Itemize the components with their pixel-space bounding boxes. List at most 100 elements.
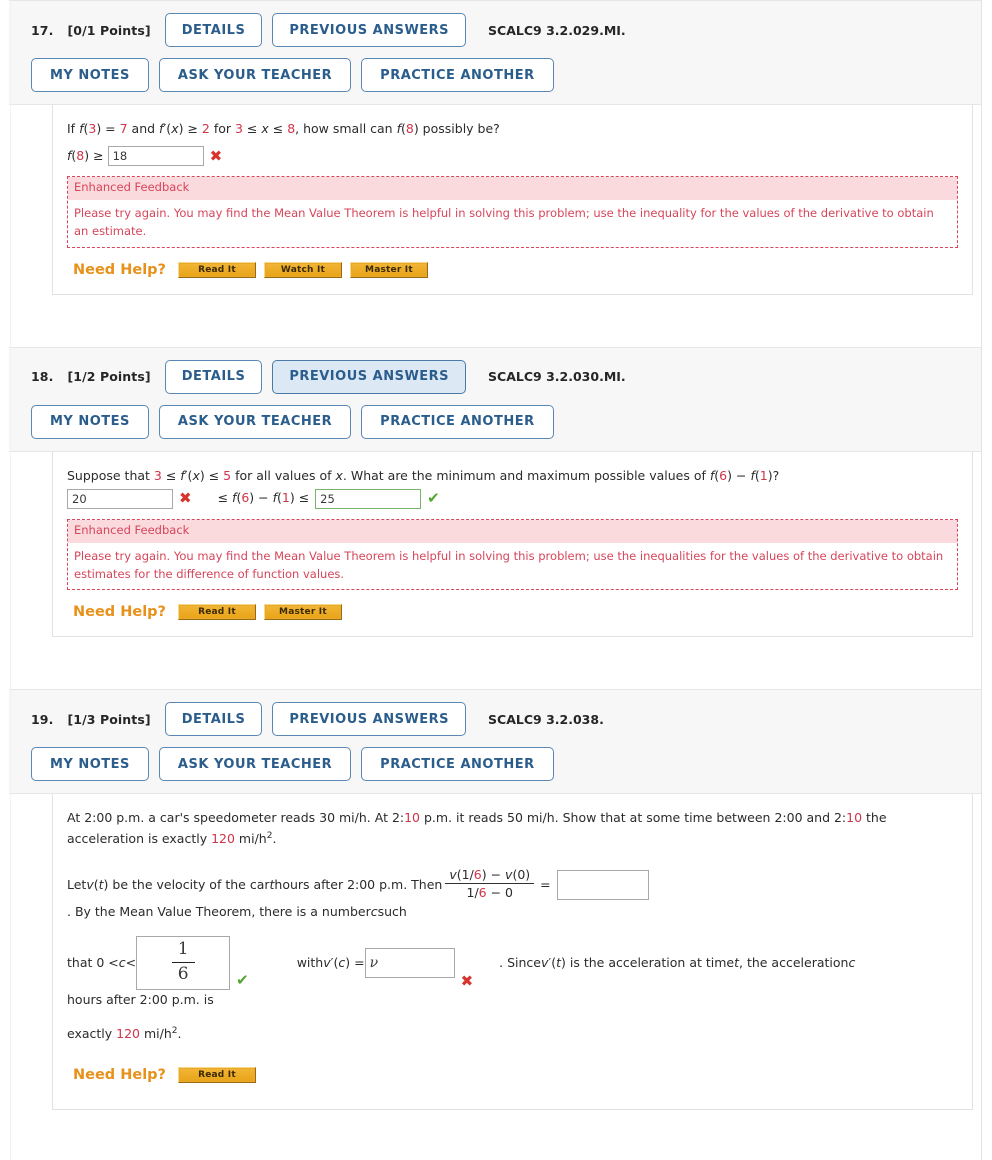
master-it-button[interactable]: Master It [263, 604, 342, 621]
answer-input-difference-quotient[interactable] [556, 869, 649, 900]
value-6: 6 [719, 467, 728, 483]
value-120: 120 [211, 831, 235, 847]
accel-text-2: , the acceleration [739, 955, 849, 970]
question-17-header-row-1: 17. [0/1 Points] DETAILS PREVIOUS ANSWER… [31, 13, 982, 47]
incorrect-x-icon: ✖ [460, 972, 474, 990]
correct-check-icon: ✔ [427, 489, 440, 508]
equals-sign: = [540, 876, 551, 892]
value-10: 10 [404, 810, 421, 826]
hours-after-text: hours after 2:00 p.m. is [67, 992, 214, 1007]
end-text: )? [767, 467, 780, 483]
need-help-label: Need Help? [73, 1066, 166, 1083]
answer-input-v-prime-c[interactable] [364, 948, 455, 978]
incorrect-x-icon: ✖ [209, 146, 223, 165]
open-one-sixth: (1/ [456, 866, 474, 882]
v-symbol: v [449, 866, 457, 882]
answer-input-maximum[interactable] [315, 488, 422, 509]
question-17-body: If f(3) = 7 and f′(x) ≥ 2 for 3 ≤ x ≤ 8,… [52, 105, 973, 295]
ask-your-teacher-button[interactable]: ASK YOUR TEACHER [158, 404, 352, 439]
value-7: 7 [119, 121, 128, 136]
leq2: ) ≤ [199, 467, 224, 483]
value-10b: 10 [846, 810, 863, 826]
details-button[interactable]: DETAILS [164, 359, 263, 394]
difference-quotient-fraction: v(1/6) − v(0) 1/6 − 0 [445, 866, 535, 901]
question-19-line-3: that 0 < c < 1 6 ✔ with v′(c) = ✖ . Sinc… [67, 936, 958, 1010]
previous-answers-button[interactable]: PREVIOUS ANSWERS [272, 13, 467, 47]
end-text: ) possibly be? [413, 121, 500, 136]
leq-right: ) ≤ [289, 490, 310, 506]
question-17-number: 17. [31, 22, 54, 38]
minus: ) − [481, 866, 506, 882]
need-help-label: Need Help? [73, 261, 166, 278]
question-19-header-row-2: MY NOTES ASK YOUR TEACHER PRACTICE ANOTH… [31, 747, 982, 782]
hours-text: hours after 2:00 p.m. Then [274, 876, 443, 892]
question-18-body: Suppose that 3 ≤ f′(x) ≤ 5 for all value… [52, 451, 973, 638]
value-8b: 8 [405, 121, 414, 136]
question-19-line-2: Let v(t) be the velocity of the car t ho… [67, 866, 958, 922]
with-text: with [296, 955, 324, 970]
variable-c3: c [848, 955, 856, 970]
practice-another-button[interactable]: PRACTICE ANOTHER [361, 747, 554, 782]
function-v2: v [541, 955, 549, 970]
fraction-numerator: 1 [171, 939, 195, 963]
value-120: 120 [116, 1026, 141, 1042]
practice-another-button[interactable]: PRACTICE ANOTHER [361, 58, 554, 92]
answer-input-f8[interactable] [107, 146, 204, 167]
value-3: 3 [153, 467, 162, 483]
value-5: 5 [223, 467, 232, 483]
prompt-text-1: At 2:00 p.m. a car's speedometer reads 3… [67, 810, 405, 826]
variable-x: x [192, 467, 200, 483]
question-18-enhanced-feedback: Enhanced Feedback Please try again. You … [67, 518, 958, 591]
function-v-prime: v [323, 955, 331, 970]
question-19-body: At 2:00 p.m. a car's speedometer reads 3… [52, 794, 973, 1110]
such-text: such [377, 904, 407, 919]
leq: ≤ [161, 467, 181, 483]
read-it-button[interactable]: Read It [177, 261, 256, 278]
question-18-code: SCALC9 3.2.030.MI. [488, 369, 626, 385]
question-17: 17. [0/1 Points] DETAILS PREVIOUS ANSWER… [9, 0, 982, 295]
period: . [177, 1026, 182, 1042]
geq: ) ≥ [178, 121, 202, 136]
question-19-points: [1/3 Points] [67, 711, 151, 727]
question-17-header: 17. [0/1 Points] DETAILS PREVIOUS ANSWER… [9, 0, 982, 105]
question-18-prompt: Suppose that 3 ≤ f′(x) ≤ 5 for all value… [67, 466, 958, 487]
answer-box-one-sixth[interactable]: 1 6 [136, 936, 231, 990]
master-it-button[interactable]: Master It [349, 261, 428, 278]
previous-answers-button[interactable]: PREVIOUS ANSWERS [272, 359, 467, 394]
question-19-header: 19. [1/3 Points] DETAILS PREVIOUS ANSWER… [9, 689, 982, 795]
equals: ) = [96, 121, 120, 136]
ask-your-teacher-button[interactable]: ASK YOUR TEACHER [158, 747, 352, 782]
practice-another-button[interactable]: PRACTICE ANOTHER [361, 404, 554, 439]
variable-c: c [118, 955, 126, 970]
my-notes-button[interactable]: MY NOTES [31, 404, 149, 439]
question-18-number: 18. [31, 369, 54, 385]
function-v: v [86, 876, 94, 892]
variable-x2: x [261, 121, 269, 136]
question-18-header-row-1: 18. [1/2 Points] DETAILS PREVIOUS ANSWER… [31, 359, 982, 394]
question-19-need-help: Need Help? Read It [67, 1066, 958, 1083]
mvt-text: . By the Mean Value Theorem, there is a … [67, 904, 371, 919]
value-3b: 3 [235, 121, 243, 136]
details-button[interactable]: DETAILS [164, 13, 263, 47]
details-button[interactable]: DETAILS [164, 702, 263, 737]
right-divider [981, 0, 982, 1160]
period: . [272, 831, 277, 847]
for-text: for [209, 121, 235, 136]
variable-x2: x [335, 467, 343, 483]
units: mi/h [140, 1026, 172, 1042]
my-notes-button[interactable]: MY NOTES [31, 747, 149, 782]
my-notes-button[interactable]: MY NOTES [31, 58, 149, 92]
feedback-title: Enhanced Feedback [68, 519, 957, 543]
question-18-header-row-2: MY NOTES ASK YOUR TEACHER PRACTICE ANOTH… [31, 404, 982, 439]
variable-x: x [171, 121, 179, 136]
exactly-text: exactly [67, 1026, 117, 1042]
minus-zero: − 0 [486, 885, 513, 901]
prompt-text: Suppose that [67, 467, 154, 483]
watch-it-button[interactable]: Watch It [263, 261, 342, 278]
read-it-button[interactable]: Read It [177, 1066, 256, 1083]
previous-answers-button[interactable]: PREVIOUS ANSWERS [272, 702, 467, 737]
value-1: 1 [759, 467, 768, 483]
read-it-button[interactable]: Read It [177, 604, 256, 621]
ask-your-teacher-button[interactable]: ASK YOUR TEACHER [158, 58, 352, 92]
answer-input-minimum[interactable] [67, 488, 173, 509]
